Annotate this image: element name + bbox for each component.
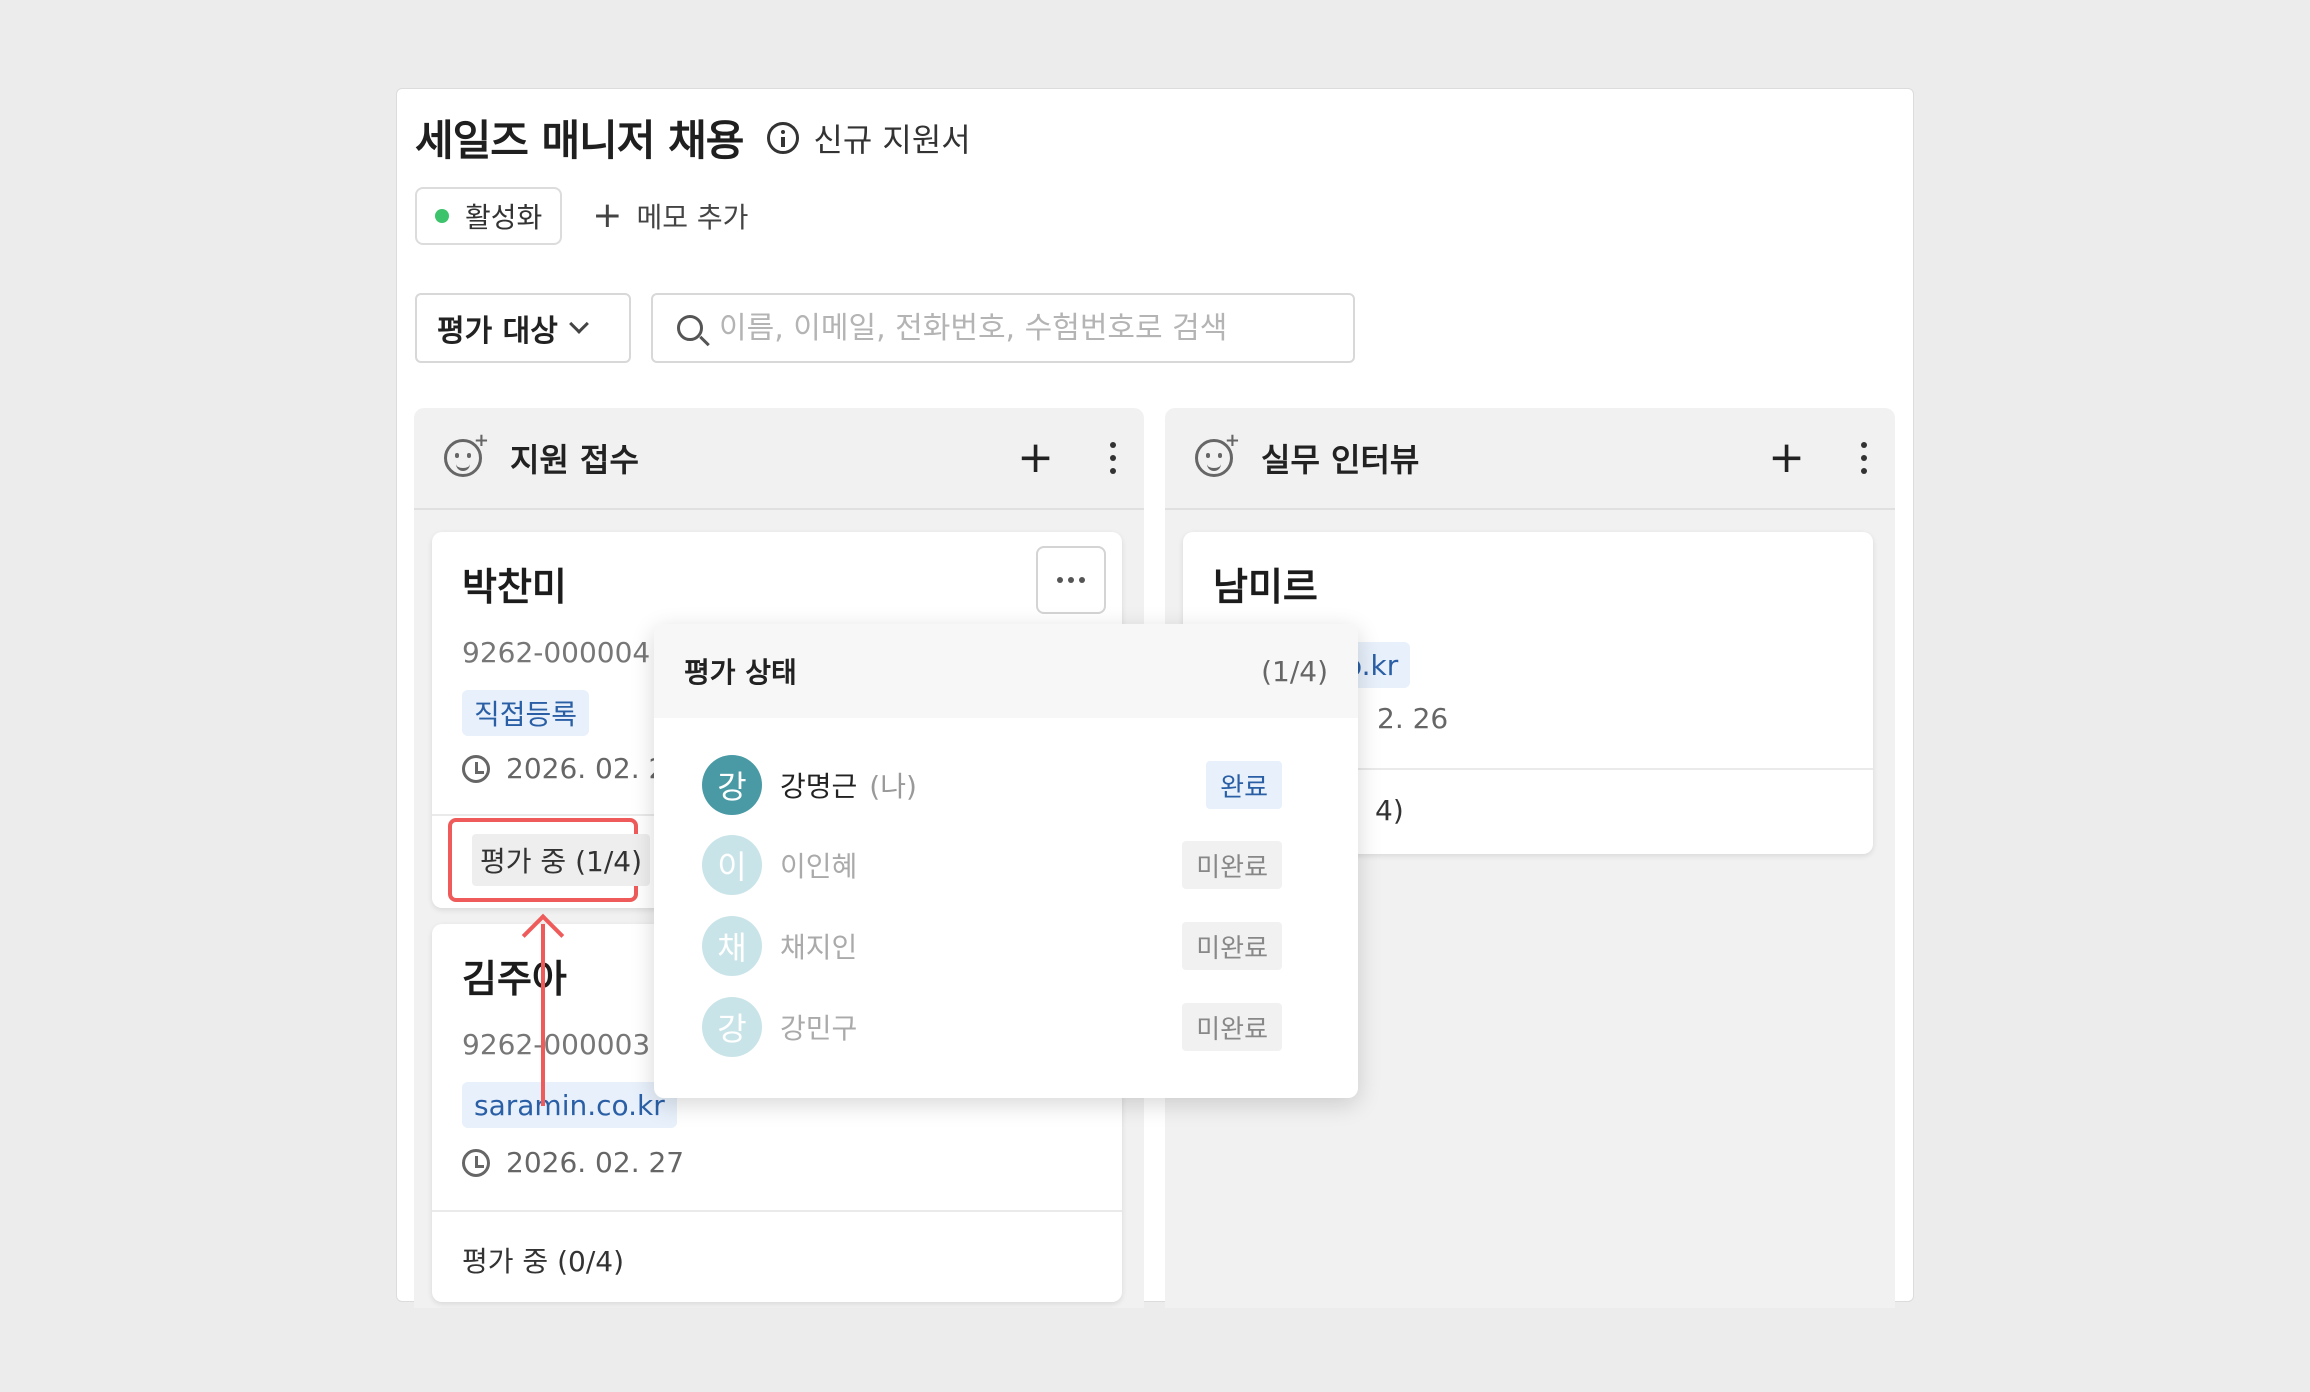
applied-date: 2026. 02. 27 [462,1146,684,1179]
status-label: 활성화 [465,201,543,234]
evaluation-status[interactable]: 평가 중 (1/4) [472,834,650,886]
badge-row: 활성화 + 메모 추가 [415,187,748,245]
info-label: 신규 지원서 [813,120,971,159]
status-badge[interactable]: 활성화 [415,187,563,245]
search-input[interactable] [719,310,1339,346]
evaluator-name: 강민구 [780,1012,858,1045]
plus-icon: + [592,195,623,236]
applied-date: 2026. 02. 2 [462,752,666,785]
add-card-button[interactable]: + [1017,436,1054,480]
applied-date: 2. 26 [1377,702,1449,735]
evaluation-status[interactable]: 4) [1375,794,1404,827]
evaluator-name: 채지인 [780,931,858,964]
popover-header: 평가 상태 (1/4) [654,624,1358,718]
column-menu-icon[interactable] [1110,442,1116,474]
column-menu-icon[interactable] [1861,442,1867,474]
avatar: 이 [702,835,762,895]
candidate-name: 박찬미 [462,565,567,609]
add-memo-button[interactable]: + 메모 추가 [592,196,748,236]
column-title: 실무 인터뷰 [1261,441,1420,479]
evaluation-target-select[interactable]: 평가 대상 [415,293,631,363]
column-title: 지원 접수 [510,441,639,479]
smiley-add-icon: + [1195,430,1240,477]
add-card-button[interactable]: + [1768,436,1805,480]
search-box[interactable] [651,293,1355,363]
evaluator-row: 이 이인혜 미완료 [702,834,1282,896]
status-badge: 완료 [1206,761,1282,809]
evaluator-name: 이인혜 [780,850,858,883]
source-tag: 직접등록 [462,690,590,736]
info-icon[interactable] [767,121,800,154]
clock-icon [462,1148,490,1177]
evaluation-status-highlight: 평가 중 (1/4) [448,818,650,902]
candidate-name: 남미르 [1213,565,1318,609]
candidate-id: 9262-000003 [462,1028,651,1061]
card-divider [432,1210,1122,1212]
evaluation-status-popover: 평가 상태 (1/4) 강 강명근 (나) 완료 이 이인혜 미완료 채 채지인… [654,624,1358,1098]
evaluator-name: 강명근 [780,770,858,803]
clock-icon [462,754,490,783]
memo-label: 메모 추가 [636,201,749,234]
avatar: 채 [702,916,762,976]
evaluator-row: 채 채지인 미완료 [702,915,1282,977]
select-value: 평가 대상 [437,314,558,349]
popover-title: 평가 상태 [684,656,797,689]
popover-count: (1/4) [1261,654,1328,688]
info-link[interactable]: 신규 지원서 [767,115,971,161]
search-icon [677,315,703,341]
smiley-add-icon: + [444,430,489,477]
evaluator-row: 강 강명근 (나) 완료 [702,754,1282,816]
chevron-down-icon [568,314,589,334]
column-header: + 지원 접수 + [414,408,1144,510]
status-badge: 미완료 [1182,841,1282,889]
filter-row: 평가 대상 [415,293,1355,363]
source-tag: saramin.co.kr [462,1082,677,1128]
page-title: 세일즈 매니저 채용 [415,116,744,165]
card-more-button[interactable] [1036,546,1106,614]
evaluation-status[interactable]: 평가 중 (0/4) [462,1240,624,1280]
avatar: 강 [702,755,762,815]
candidate-id: 9262-000004 [462,636,651,669]
evaluator-me-label: (나) [869,770,917,803]
title-row: 세일즈 매니저 채용 신규 지원서 [415,107,971,168]
column-header: + 실무 인터뷰 + [1165,408,1895,510]
avatar: 강 [702,997,762,1057]
candidate-name: 김주아 [462,957,567,1001]
status-badge: 미완료 [1182,922,1282,970]
evaluator-row: 강 강민구 미완료 [702,996,1282,1058]
active-dot-icon [435,209,449,223]
status-badge: 미완료 [1182,1003,1282,1051]
